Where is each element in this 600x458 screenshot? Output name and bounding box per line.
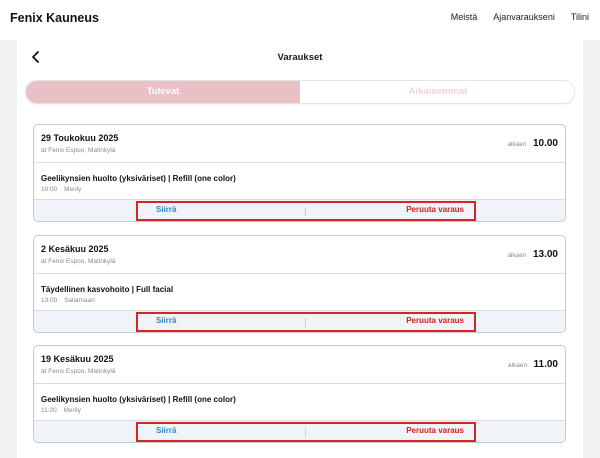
- booking-date: 19 Kesäkuu 2025: [41, 354, 114, 364]
- booking-date: 29 Toukokuu 2025: [41, 133, 119, 143]
- nav-link-ajanvaraukseni[interactable]: Ajanvaraukseni: [493, 12, 555, 22]
- booking-card-header: 2 Kesäkuu 2025 at Fenix Espoo, Matinkylä…: [34, 236, 565, 274]
- cancel-booking-button[interactable]: Peruuta varaus: [406, 426, 464, 435]
- nav-link-tilini[interactable]: Tilini: [571, 12, 589, 22]
- booking-location: at Fenix Espoo, Matinkylä: [41, 258, 116, 265]
- move-booking-button[interactable]: Siirrä: [156, 316, 176, 325]
- time-prefix: alkaen: [507, 252, 527, 259]
- booking-start-time: alkaen 13.00: [507, 244, 558, 262]
- booking-location: at Fenix Espoo, Matinkylä: [41, 147, 116, 154]
- service-time: 11:00: [41, 407, 57, 414]
- cancel-booking-button[interactable]: Peruuta varaus: [406, 316, 464, 325]
- bookings-panel: Varaukset Tulevat Aikaisemmat 29 Toukoku…: [17, 40, 583, 458]
- booking-actions-bar: Siirrä Peruuta varaus: [34, 420, 565, 442]
- tab-past[interactable]: Aikaisemmat: [300, 81, 574, 103]
- brand-logo-text[interactable]: Fenix Kauneus: [10, 11, 99, 25]
- staff-name: Saliamaari: [64, 297, 95, 304]
- service-meta: 13:00 Saliamaari: [41, 297, 95, 304]
- booking-card-header: 19 Kesäkuu 2025 at Fenix Espoo, Matinkyl…: [34, 346, 565, 384]
- booking-card: 2 Kesäkuu 2025 at Fenix Espoo, Matinkylä…: [33, 235, 566, 333]
- move-booking-button[interactable]: Siirrä: [156, 205, 176, 214]
- time-value: 10.00: [532, 138, 558, 149]
- booking-start-time: alkaen 11.00: [508, 354, 558, 372]
- service-time: 10:00: [41, 186, 58, 193]
- booking-card-header: 29 Toukokuu 2025 at Fenix Espoo, Matinky…: [34, 125, 565, 163]
- booking-actions-bar: Siirrä Peruuta varaus: [34, 199, 565, 221]
- service-name: Geelikynsien huolto (yksiväriset) | Refi…: [41, 174, 236, 183]
- top-navigation: Fenix Kauneus Meistä Ajanvaraukseni Tili…: [0, 0, 600, 40]
- booking-tabs: Tulevat Aikaisemmat: [25, 80, 575, 104]
- action-divider: [305, 207, 306, 216]
- booking-actions-bar: Siirrä Peruuta varaus: [34, 310, 565, 332]
- service-name: Täydellinen kasvohoito | Full facial: [41, 285, 174, 294]
- time-value: 11.00: [533, 359, 558, 370]
- nav-links: Meistä Ajanvaraukseni Tilini: [451, 12, 589, 22]
- booking-date: 2 Kesäkuu 2025: [41, 244, 109, 254]
- actions-highlight: Siirrä Peruuta varaus: [136, 312, 476, 332]
- service-meta: 11:00 Merily: [41, 407, 81, 414]
- action-divider: [305, 318, 306, 327]
- time-value: 13.00: [532, 249, 558, 260]
- staff-name: Merily: [64, 186, 82, 193]
- nav-link-meista[interactable]: Meistä: [451, 12, 478, 22]
- cancel-booking-button[interactable]: Peruuta varaus: [406, 205, 464, 214]
- move-booking-button[interactable]: Siirrä: [156, 426, 176, 435]
- page-header: Varaukset: [17, 40, 583, 74]
- page-title: Varaukset: [277, 52, 323, 63]
- tab-upcoming[interactable]: Tulevat: [26, 81, 300, 103]
- action-divider: [305, 428, 306, 437]
- service-meta: 10:00 Merily: [41, 186, 81, 193]
- actions-highlight: Siirrä Peruuta varaus: [136, 422, 476, 442]
- service-name: Geelikynsien huolto (yksiväriset) | Refi…: [41, 395, 236, 404]
- time-prefix: alkaen: [507, 141, 527, 148]
- booking-location: at Fenix Espoo, Matinkylä: [41, 368, 116, 375]
- booking-card: 19 Kesäkuu 2025 at Fenix Espoo, Matinkyl…: [33, 345, 566, 443]
- staff-name: Merily: [63, 407, 81, 414]
- time-prefix: alkaen: [507, 362, 528, 369]
- actions-highlight: Siirrä Peruuta varaus: [136, 201, 476, 221]
- booking-start-time: alkaen 10.00: [507, 133, 558, 151]
- booking-card: 29 Toukokuu 2025 at Fenix Espoo, Matinky…: [33, 124, 566, 222]
- service-time: 13:00: [41, 297, 58, 304]
